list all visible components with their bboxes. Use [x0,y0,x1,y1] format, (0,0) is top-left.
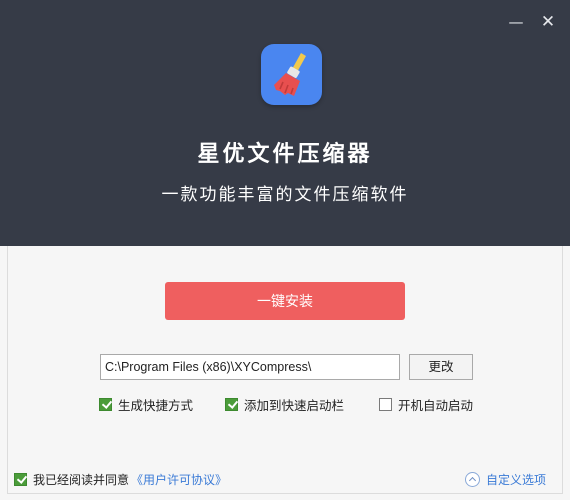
install-path-input[interactable]: C:\Program Files (x86)\XYCompress\ [100,354,400,380]
installer-header: — ✕ 星优文件压缩器 一款功能丰富的文件压缩软件 [0,0,570,246]
custom-options-toggle[interactable]: 自定义选项 [465,470,546,488]
minimize-icon[interactable]: — [506,12,526,32]
create-shortcut-label: 生成快捷方式 [118,397,194,413]
broom-icon [261,44,322,105]
license-agreement-link[interactable]: 《用户许可协议》 [131,471,227,488]
one-click-install-button[interactable]: 一键安装 [165,282,405,320]
chevron-up-icon [465,471,480,487]
auto-start-label: 开机自动启动 [398,397,474,413]
custom-options-label: 自定义选项 [486,472,547,487]
create-shortcut-checkbox[interactable] [99,397,112,411]
create-shortcut-option[interactable]: 生成快捷方式 [99,396,194,413]
agree-checkbox[interactable] [14,472,27,486]
close-icon[interactable]: ✕ [538,12,558,32]
app-title: 星优文件压缩器 [197,142,373,167]
license-agreement: 我已经阅读并同意 《用户许可协议》 [14,471,227,487]
auto-start-checkbox[interactable] [379,397,392,411]
add-quick-launch-option[interactable]: 添加到快速启动栏 [225,396,345,413]
add-quick-launch-checkbox[interactable] [225,397,238,411]
change-path-button[interactable]: 更改 [409,354,473,380]
app-subtitle: 一款功能丰富的文件压缩软件 [161,185,409,205]
agree-text: 我已经阅读并同意 [33,472,130,487]
add-quick-launch-label: 添加到快速启动栏 [244,397,345,413]
auto-start-option[interactable]: 开机自动启动 [379,396,474,413]
